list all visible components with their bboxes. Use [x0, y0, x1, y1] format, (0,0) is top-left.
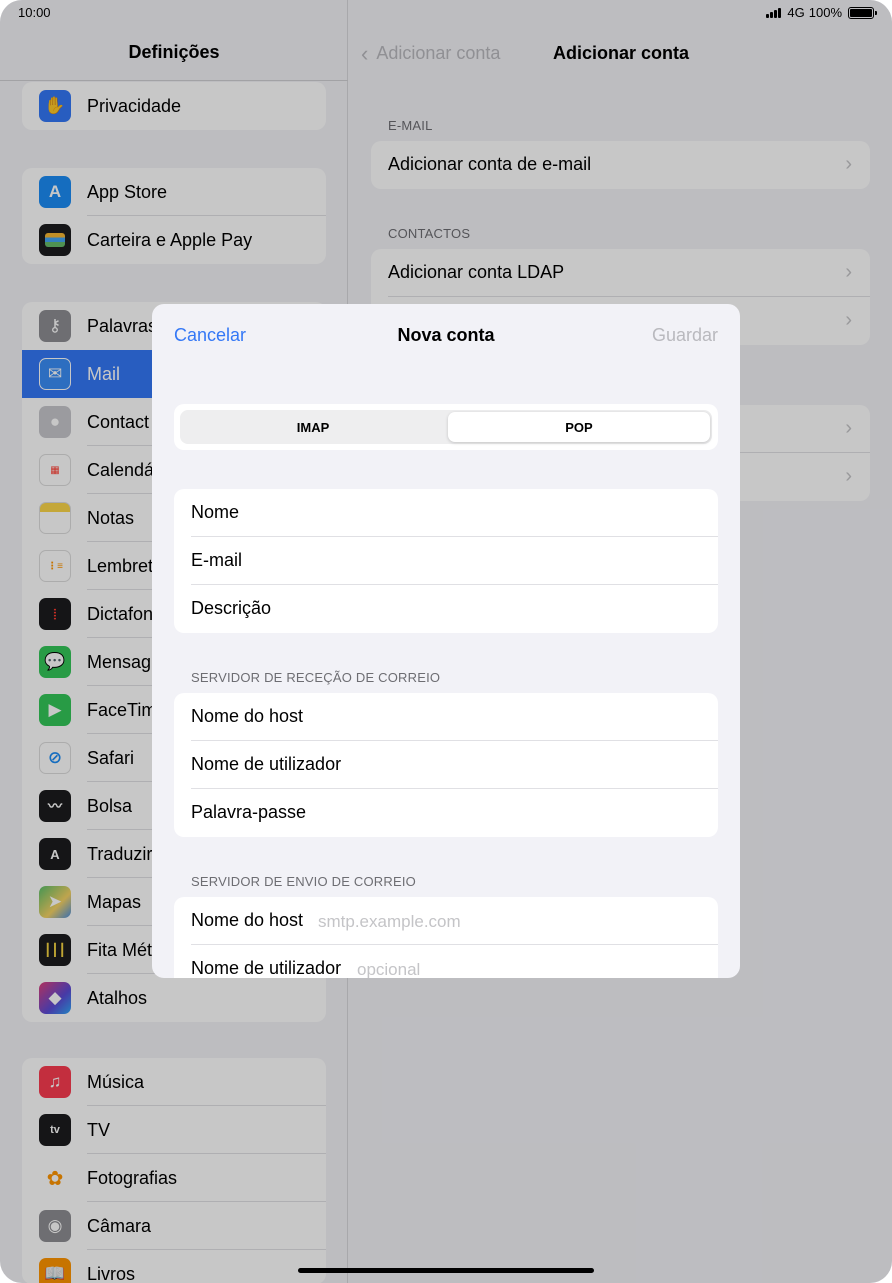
outgoing-server-group: Nome do host smtp.example.com Nome de ut… — [174, 897, 718, 978]
field-label: Nome de utilizador — [191, 754, 342, 774]
protocol-segment-container: IMAP POP — [174, 404, 718, 450]
outgoing-username-field[interactable]: Nome de utilizador opcional — [174, 945, 718, 978]
battery-icon — [848, 6, 877, 19]
incoming-server-group: Nome do host Nome de utilizador Palavra-… — [174, 693, 718, 837]
outgoing-hostname-field[interactable]: Nome do host smtp.example.com — [174, 897, 718, 945]
field-label: Nome do host — [191, 910, 304, 930]
network-type: 4G — [787, 5, 805, 20]
field-label: Nome de utilizador — [191, 958, 342, 978]
section-header-incoming: SERVIDOR DE RECEÇÃO DE CORREIO — [191, 670, 441, 685]
ipad-screen: Definições ✋ Privacidade A App Store Car… — [0, 0, 892, 1283]
description-field[interactable]: Descrição — [174, 585, 718, 633]
status-indicators: 4G 100% — [766, 5, 877, 20]
email-field[interactable]: E-mail — [174, 537, 718, 585]
status-bar: 10:00 4G 100% — [0, 0, 892, 26]
segment-imap[interactable]: IMAP — [182, 412, 444, 442]
new-account-sheet: Nova conta Cancelar Guardar IMAP POP Nom… — [152, 304, 740, 978]
signal-icon — [766, 7, 782, 18]
status-time: 10:00 — [18, 5, 51, 20]
field-placeholder: smtp.example.com — [318, 912, 461, 931]
incoming-password-field[interactable]: Palavra-passe — [174, 789, 718, 837]
section-header-outgoing: SERVIDOR DE ENVIO DE CORREIO — [191, 874, 416, 889]
account-info-group: Nome E-mail Descrição — [174, 489, 718, 633]
field-label: Nome — [191, 502, 240, 522]
field-label: Descrição — [191, 598, 272, 618]
incoming-hostname-field[interactable]: Nome do host — [174, 693, 718, 741]
field-label: E-mail — [191, 550, 243, 570]
protocol-segmented-control: IMAP POP — [180, 410, 712, 444]
incoming-username-field[interactable]: Nome de utilizador — [174, 741, 718, 789]
field-label: Palavra-passe — [191, 802, 307, 822]
home-indicator[interactable] — [298, 1268, 594, 1273]
segment-pop[interactable]: POP — [448, 412, 710, 442]
field-label: Nome do host — [191, 706, 304, 726]
battery-percent: 100% — [808, 5, 842, 20]
save-button[interactable]: Guardar — [652, 325, 718, 346]
cancel-button[interactable]: Cancelar — [174, 325, 246, 346]
name-field[interactable]: Nome — [174, 489, 718, 537]
field-placeholder: opcional — [357, 960, 421, 978]
